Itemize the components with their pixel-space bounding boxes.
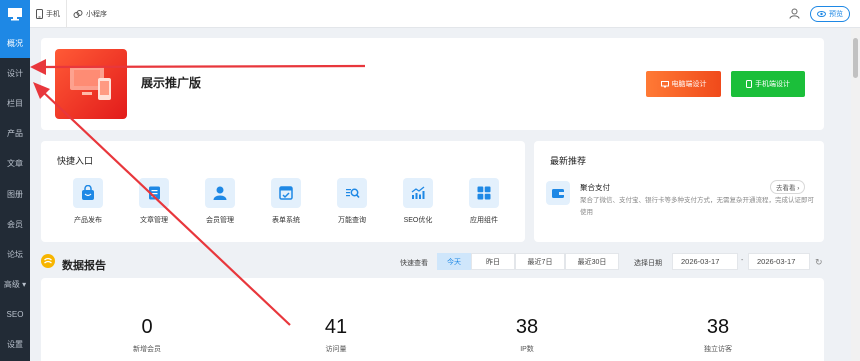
recommended-item-description: 聚合了微信、支付宝、银行卡等多种支付方式，无需复杂开通流程，完成认证即可使用 — [580, 197, 814, 216]
stat-ip: 38 IP数 — [467, 316, 587, 354]
phone-icon — [36, 8, 43, 19]
pc-design-button[interactable]: 电脑端设计 — [646, 71, 721, 97]
date-separator: - — [741, 257, 744, 264]
sidebar-item-members[interactable]: 会员 — [0, 209, 30, 239]
range-yesterday-button[interactable]: 昨日 — [471, 253, 515, 270]
quick-entry-label: 会员管理 — [206, 217, 234, 224]
stat-value: 0 — [141, 316, 153, 338]
sidebar-item-settings[interactable]: 设置 — [0, 330, 30, 360]
stats-card: 0 新增会员 41 访问量 38 IP数 38 独立访客 — [41, 278, 824, 361]
form-icon — [271, 178, 301, 208]
quick-entry-form-system[interactable]: 表单系统 — [253, 178, 319, 225]
stat-unique-visitors: 38 独立访客 — [658, 316, 778, 354]
sidebar-item-products[interactable]: 产品 — [0, 119, 30, 149]
sidebar-item-overview[interactable]: 概况 — [0, 28, 30, 59]
quick-entry-product-publish[interactable]: 产品发布 — [55, 178, 121, 225]
chart-up-icon — [403, 178, 433, 208]
mobile-tab[interactable]: 手机 — [30, 0, 66, 28]
quick-entry-universal-query[interactable]: 万能查询 — [319, 178, 385, 225]
scrollbar[interactable] — [851, 28, 860, 361]
monitor-icon[interactable] — [0, 0, 30, 28]
stat-label: 新增会员 — [133, 346, 161, 353]
mobile-design-label: 手机端设计 — [755, 81, 790, 88]
range-30days-button[interactable]: 最近30日 — [565, 253, 619, 270]
user-icon[interactable] — [789, 8, 800, 19]
wallet-icon — [546, 181, 570, 205]
bag-icon — [73, 178, 103, 208]
miniapp-tab[interactable]: 小程序 — [66, 0, 113, 28]
sidebar-item-seo[interactable]: SEO — [0, 300, 30, 330]
date-to-input[interactable]: 2026-03-17 — [748, 253, 810, 270]
stat-label: 访问量 — [325, 346, 347, 353]
quick-entry-seo[interactable]: SEO优化 — [385, 178, 451, 225]
range-today-button[interactable]: 今天 — [437, 253, 471, 270]
quick-entry-label: 表单系统 — [272, 217, 300, 224]
scrollbar-thumb[interactable] — [853, 38, 858, 78]
quick-entry-app-components[interactable]: 应用组件 — [451, 178, 517, 225]
date-label: 选择日期 — [634, 260, 662, 267]
pc-design-label: 电脑端设计 — [671, 81, 707, 88]
edition-card: 展示推广版 电脑端设计 手机端设计 — [41, 38, 824, 130]
quick-entry-label: 产品发布 — [74, 217, 102, 224]
quick-entry-list: 产品发布 文章管理 会员管理 表单系统 万能查询 SEO优化 应用组件 — [55, 178, 517, 225]
quick-entry-title: 快捷入口 — [57, 156, 94, 166]
refresh-icon[interactable]: ↻ — [815, 257, 823, 268]
sidebar-item-design[interactable]: 设计 — [0, 58, 30, 88]
date-from-input[interactable]: 2026-03-17 — [672, 253, 738, 270]
quick-entry-article-manage[interactable]: 文章管理 — [121, 178, 187, 225]
range-7days-button[interactable]: 最近7日 — [515, 253, 565, 270]
stat-value: 38 — [515, 316, 539, 338]
monitor-icon — [660, 80, 669, 87]
recommended-title: 最新推荐 — [550, 156, 587, 166]
mobile-tab-label: 手机 — [46, 10, 60, 18]
miniapp-icon — [73, 9, 83, 18]
go-see-button[interactable]: 去看看 › — [770, 180, 806, 194]
eye-icon — [817, 10, 826, 17]
mobile-design-button[interactable]: 手机端设计 — [731, 71, 805, 97]
stat-label: IP数 — [520, 346, 534, 353]
quick-entry-label: 应用组件 — [470, 217, 498, 224]
stat-value: 41 — [324, 316, 348, 338]
quick-entry-card: 快捷入口 产品发布 文章管理 会员管理 表单系统 万能查询 SEO优化 应用组件 — [41, 141, 525, 242]
recommended-card: 最新推荐 聚合支付 去看看 › 聚合了微信、支付宝、银行卡等多种支付方式，无需复… — [534, 141, 824, 242]
search-doc-icon — [337, 178, 367, 208]
stat-value: 38 — [706, 316, 730, 338]
user-icon — [205, 178, 235, 208]
preview-label: 预览 — [829, 10, 843, 18]
edition-title: 展示推广版 — [141, 76, 202, 90]
phone-icon — [746, 80, 752, 88]
topbar: 手机 小程序 预览 — [30, 0, 860, 28]
quick-view-label: 快速查看 — [400, 260, 428, 267]
stat-label: 独立访客 — [704, 346, 732, 353]
edition-logo-icon — [55, 49, 127, 119]
quick-entry-label: 文章管理 — [140, 217, 168, 224]
sidebar-item-advanced[interactable]: 高级 ▾ — [0, 270, 30, 300]
quick-entry-label: SEO优化 — [403, 217, 433, 224]
preview-button[interactable]: 预览 — [810, 5, 850, 22]
sidebar: 概况 设计 栏目 产品 文章 图册 会员 论坛 高级 ▾ SEO 设置 — [0, 0, 30, 361]
grid-icon — [469, 178, 499, 208]
report-icon — [41, 254, 55, 268]
document-icon — [139, 178, 169, 208]
miniapp-tab-label: 小程序 — [86, 10, 107, 18]
sidebar-item-albums[interactable]: 图册 — [0, 179, 30, 209]
report-title: 数据报告 — [62, 260, 106, 272]
sidebar-item-columns[interactable]: 栏目 — [0, 88, 30, 118]
quick-entry-member-manage[interactable]: 会员管理 — [187, 178, 253, 225]
stat-visits: 41 访问量 — [276, 316, 396, 354]
stat-new-members: 0 新增会员 — [87, 316, 207, 354]
recommended-item-name[interactable]: 聚合支付 — [580, 182, 610, 193]
sidebar-item-forum[interactable]: 论坛 — [0, 239, 30, 269]
sidebar-item-articles[interactable]: 文章 — [0, 149, 30, 179]
quick-entry-label: 万能查询 — [338, 217, 366, 224]
